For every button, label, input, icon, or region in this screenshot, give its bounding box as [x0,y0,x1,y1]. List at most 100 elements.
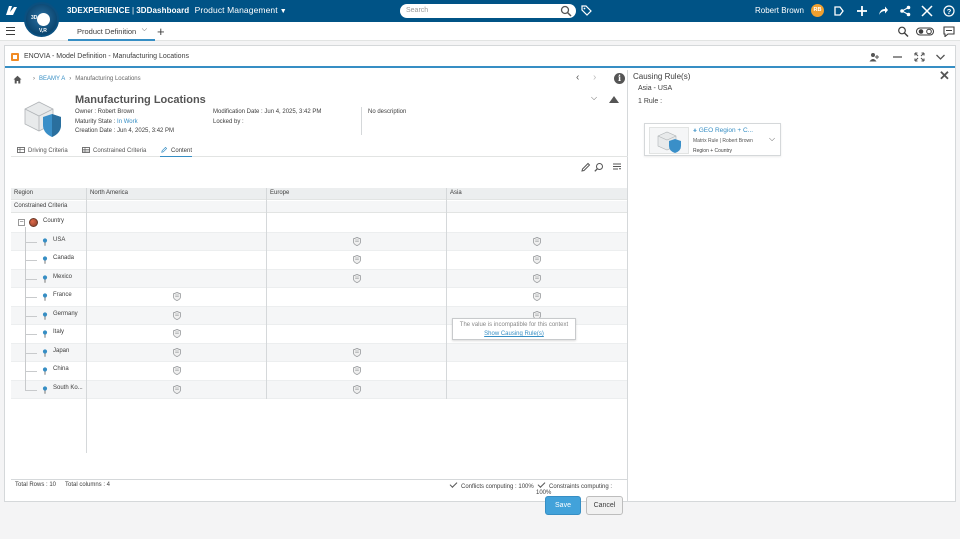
incompatible-shield-icon[interactable] [173,329,181,338]
breadcrumb-parent-link[interactable]: BEAMY A [39,76,65,82]
compass-center[interactable] [37,13,50,26]
maturity-label: Maturity State : [75,118,116,125]
criteria-cell[interactable] [87,233,267,251]
criteria-cell[interactable] [267,325,447,343]
cancel-button[interactable]: Cancel [586,496,623,515]
previous-arrow-icon[interactable]: ‹ [576,72,579,83]
column-divider [446,188,447,214]
incompatible-shield-icon[interactable] [173,310,181,320]
user-name[interactable]: Robert Brown [755,6,804,15]
rule-title-link[interactable]: ⚹ GEO Region + C... [693,127,753,135]
tab-content[interactable]: Content [160,145,193,157]
chevron-down-icon[interactable]: ⌵ [769,134,775,144]
network-icon[interactable] [899,5,911,17]
collapse-header-icon[interactable] [609,96,619,103]
column-header-europe[interactable]: Europe [267,188,289,199]
chevron-down-icon[interactable]: ⌵ [591,93,597,103]
table-row[interactable]: China [11,362,627,381]
incompatible-shield-icon[interactable] [173,347,181,357]
apps-icon[interactable] [921,5,933,17]
incompatible-shield-icon[interactable] [353,273,361,283]
criteria-cell[interactable] [267,307,447,325]
show-causing-rules-link[interactable]: Show Causing Rule(s) [484,331,544,337]
column-header-asia[interactable]: Asia [447,188,462,199]
tab-product-definition[interactable]: Product Definition ⌵ [68,22,155,41]
info-icon[interactable]: i [614,73,625,84]
metadata-divider [361,107,362,135]
maximize-icon[interactable] [914,52,925,62]
criteria-cell[interactable] [447,362,627,380]
incompatible-shield-icon[interactable] [533,273,541,283]
table-row[interactable]: Mexico [11,269,627,288]
rule-card[interactable]: ⚹ GEO Region + C... Matrix Rule | Robert… [644,123,781,156]
forward-icon[interactable] [877,5,889,17]
table-icon [17,147,25,153]
toggle-view-icon[interactable] [916,26,934,37]
save-button[interactable]: Save [545,496,581,515]
close-icon[interactable]: ✕ [939,68,950,84]
incompatible-shield-icon[interactable] [353,384,361,394]
criteria-cell[interactable] [267,288,447,306]
brand-platform: 3DEXPERIENCE [67,6,130,15]
incompatible-shield-icon[interactable] [173,384,181,394]
subtab-bar: Driving Criteria Constrained Criteria Co… [11,145,628,157]
chevron-down-icon[interactable]: ⌵ [142,26,147,34]
help-icon[interactable]: ? [943,5,955,17]
table-row[interactable]: − Country [11,214,627,233]
conflicts-label: Conflicts computing : 100% [461,484,534,490]
column-header-north-america[interactable]: North America [87,188,128,199]
tab-constrained-criteria[interactable]: Constrained Criteria [82,145,146,157]
criteria-cell[interactable] [447,381,627,399]
manage-users-icon[interactable] [869,52,880,62]
zoom-search-icon[interactable] [594,162,604,172]
home-icon[interactable] [13,75,22,84]
filter-list-icon[interactable] [612,162,622,172]
app-name[interactable]: Product Management [195,5,278,15]
table-row[interactable]: France [11,288,627,307]
add-tab-icon[interactable]: + [157,24,165,39]
location-pin-icon [42,256,48,264]
tree-connector [25,260,37,261]
incompatible-shield-icon[interactable] [533,236,541,246]
incompatible-shield-icon[interactable] [353,255,361,264]
tree-connector [25,389,37,391]
avatar[interactable]: RB [811,4,824,17]
table-row[interactable]: USA [11,232,627,251]
table-row[interactable]: Japan [11,343,627,362]
chevron-down-icon[interactable] [935,52,946,62]
minimize-icon[interactable] [892,52,903,62]
incompatible-shield-icon[interactable] [353,347,361,357]
share-icon[interactable] [833,5,845,17]
country-label: Japan [53,347,70,354]
incompatible-shield-icon[interactable] [353,236,361,246]
search-input[interactable]: Search [400,4,576,18]
table-row[interactable]: Canada [11,251,627,270]
compass-button[interactable]: 3D V,R [24,2,59,37]
chat-icon[interactable] [943,26,955,38]
menu-icon[interactable] [6,27,15,35]
incompatible-shield-icon[interactable] [173,292,181,301]
tab-driving-criteria[interactable]: Driving Criteria [17,145,68,157]
criteria-cell[interactable] [87,270,267,288]
incompatible-shield-icon[interactable] [533,255,541,264]
search-content-icon[interactable] [897,26,909,37]
criteria-cell[interactable] [447,344,627,362]
maturity-state-link[interactable]: In Work [117,119,138,125]
search-icon[interactable] [560,5,572,17]
criteria-cell[interactable] [87,251,267,269]
next-arrow-icon[interactable]: › [593,72,596,83]
modification-date-field: Modification Date : Jun 4, 2025, 3:42 PM [213,109,322,115]
collapse-icon[interactable]: − [18,219,25,226]
chevron-down-icon[interactable]: ▼ [280,8,287,15]
add-icon[interactable] [856,5,868,17]
edit-icon[interactable] [581,162,591,172]
column-header-region[interactable]: Region [11,188,33,199]
dassault-logo-icon[interactable] [4,3,20,19]
incompatible-shield-icon[interactable] [533,292,541,301]
tree-connector [25,315,37,317]
description-field: No description [368,109,407,115]
tag-icon[interactable] [581,5,592,16]
incompatible-shield-icon[interactable] [173,366,181,375]
incompatible-shield-icon[interactable] [353,366,361,375]
table-row[interactable]: South Ko... [11,380,627,399]
